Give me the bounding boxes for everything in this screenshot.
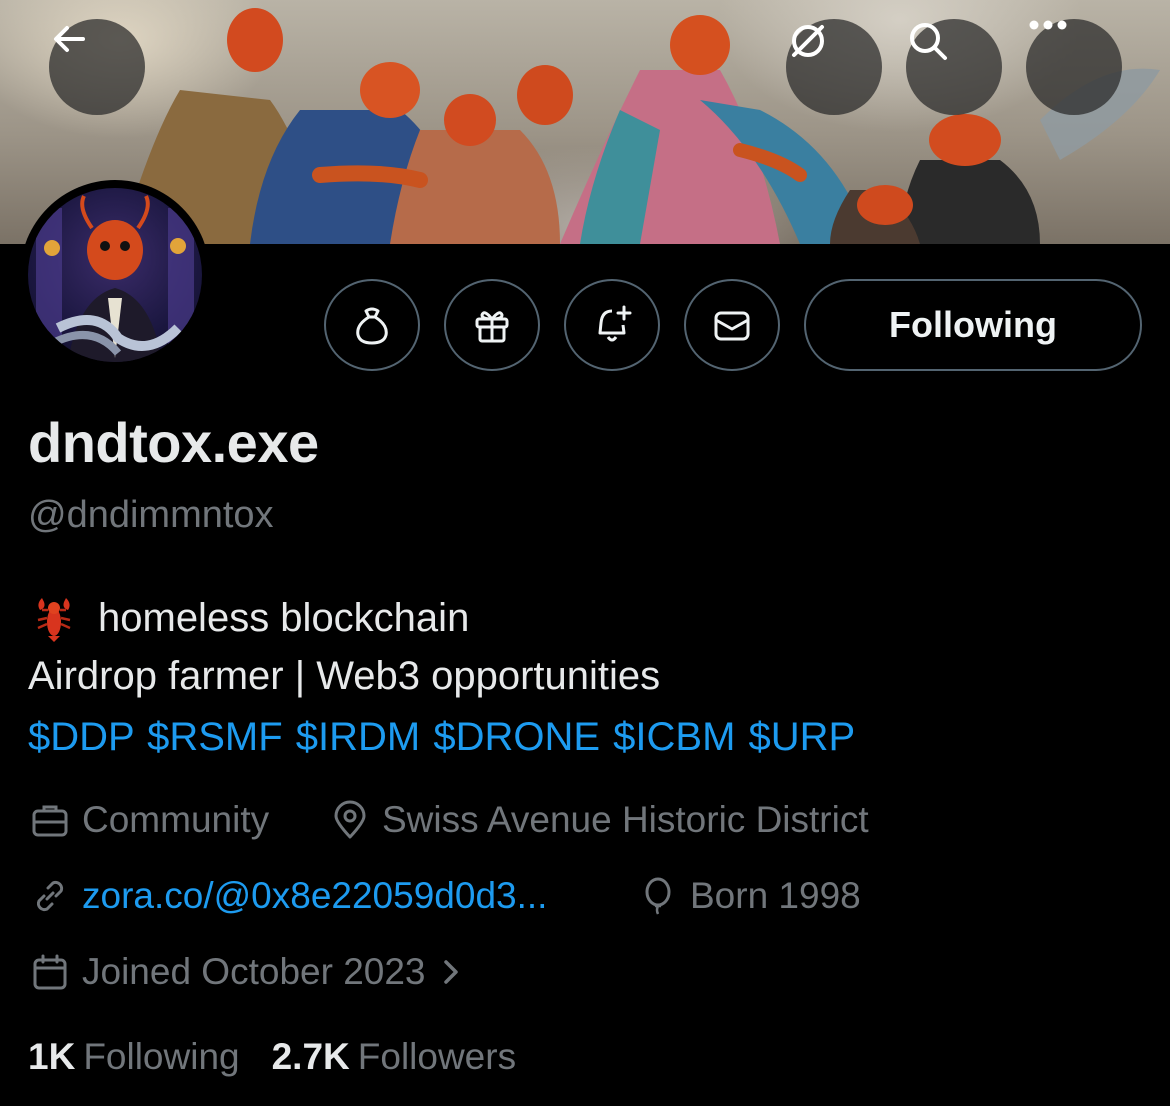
avatar[interactable] [20, 180, 210, 370]
follow-stats: 1K Following 2.7K Followers [28, 1036, 516, 1078]
chevron-right-icon [440, 957, 462, 987]
followers-label: Followers [357, 1036, 517, 1077]
followers-count: 2.7K [271, 1036, 350, 1077]
category-label: Community [82, 799, 270, 840]
avatar-artwork [36, 195, 194, 362]
search-button[interactable] [906, 19, 1002, 115]
message-icon [714, 311, 750, 341]
more-button[interactable] [1026, 19, 1122, 115]
calendar-icon [28, 950, 72, 994]
gift-button[interactable] [444, 279, 540, 371]
following-label: Following [83, 1036, 240, 1077]
grok-button[interactable] [786, 19, 882, 115]
display-name: dndtox.exe [28, 411, 319, 474]
joined-label: Joined October 2023 [82, 951, 426, 992]
bio-line-1: homeless blockchain [28, 592, 469, 644]
following-button[interactable]: Following [804, 279, 1142, 371]
gift-icon [475, 311, 509, 343]
website[interactable]: zora.co/@0x8e22059d0d3... [28, 874, 547, 918]
tip-button[interactable] [324, 279, 420, 371]
following-stat[interactable]: 1K Following [28, 1036, 240, 1078]
search-icon [910, 23, 947, 60]
handle: @dndimmntox [28, 494, 274, 536]
bio-line-2: Airdrop farmer | Web3 opportunities [28, 654, 661, 698]
back-button[interactable] [49, 19, 145, 115]
notify-button[interactable] [564, 279, 660, 371]
website-link[interactable]: zora.co/@0x8e22059d0d3... [82, 875, 547, 917]
category: Community [28, 798, 269, 842]
birth-date: Born 1998 [636, 874, 861, 918]
back-arrow-icon [54, 26, 85, 52]
joined-date[interactable]: Joined October 2023 [28, 950, 462, 994]
money-bag-icon [356, 307, 388, 345]
followers-stat[interactable]: 2.7K Followers [272, 1036, 516, 1078]
location-pin-icon [328, 798, 372, 842]
lobster-emoji-icon [37, 598, 71, 642]
following-count: 1K [28, 1036, 76, 1077]
briefcase-icon [28, 798, 72, 842]
grok-icon [792, 25, 824, 57]
location-label: Swiss Avenue Historic District [382, 799, 869, 840]
location: Swiss Avenue Historic District [328, 798, 869, 842]
bell-plus-icon [598, 305, 632, 342]
bio-text-1: homeless blockchain [98, 595, 470, 640]
avatar-image [28, 188, 202, 362]
message-button[interactable] [684, 279, 780, 371]
birth-label: Born 1998 [690, 875, 861, 916]
balloon-icon [636, 874, 680, 918]
bio-cashtags[interactable]: $DDP $RSMF $IRDM $DRONE $ICBM $URP [28, 715, 855, 760]
link-icon [28, 874, 72, 918]
more-icon [1029, 20, 1067, 30]
